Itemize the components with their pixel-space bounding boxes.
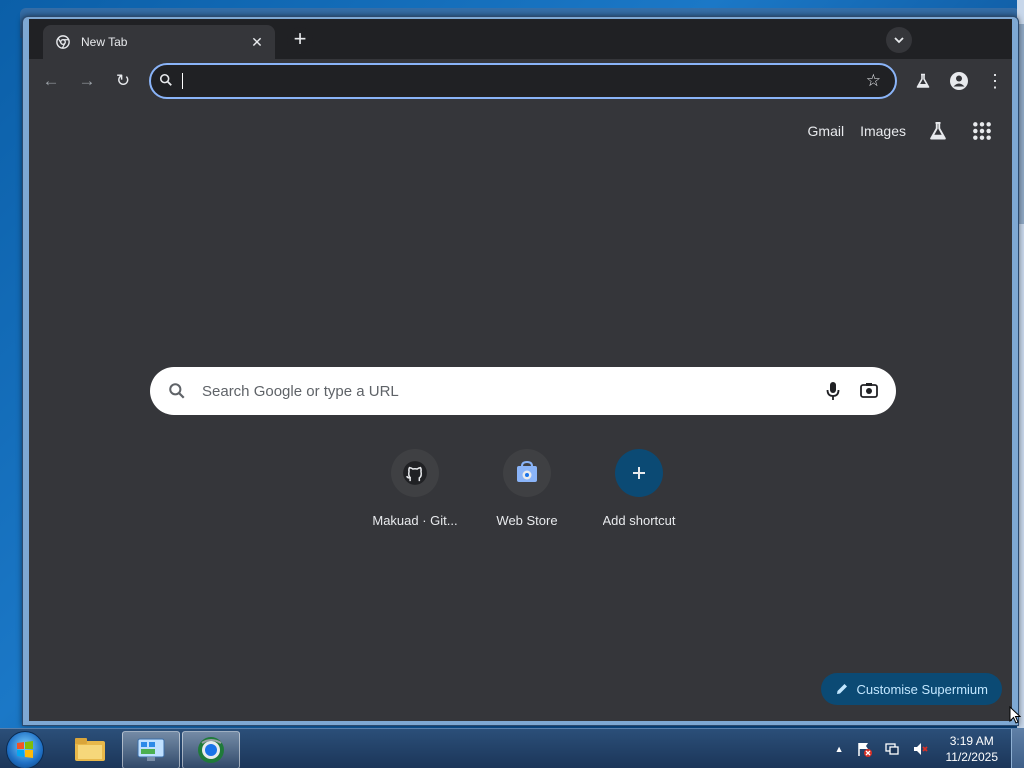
reload-button[interactable]: ↻ — [111, 69, 135, 93]
address-bar[interactable]: ☆ — [149, 63, 897, 99]
show-desktop-button[interactable] — [1011, 729, 1024, 768]
clock-time: 3:19 AM — [949, 734, 994, 748]
address-input[interactable] — [181, 69, 845, 95]
system-tray: ▲ 3:19 AM 11/2/2025 — [835, 729, 1004, 768]
chrome-icon — [55, 34, 71, 50]
google-apps-grid-icon[interactable] — [972, 121, 992, 141]
forward-button[interactable]: → — [75, 69, 99, 93]
tab-search-button[interactable] — [886, 27, 912, 53]
bookmark-star-icon[interactable]: ☆ — [866, 71, 881, 91]
back-button[interactable]: ← — [39, 69, 63, 93]
google-search-box[interactable]: Search Google or type a URL — [150, 367, 896, 415]
customise-button[interactable]: Customise Supermium — [820, 673, 1002, 705]
pencil-icon — [836, 684, 847, 694]
github-icon — [403, 461, 427, 485]
browser-chrome: New Tab ✕ + ← → ↻ ☆ ⋮ Gmail Images Searc… — [29, 19, 1012, 721]
volume-muted-icon[interactable] — [912, 741, 928, 757]
taskbar-clock[interactable]: 3:19 AM 11/2/2025 — [946, 733, 999, 765]
shortcut-label: Makuad · Git... — [372, 513, 458, 528]
add-shortcut-button[interactable] — [615, 449, 663, 497]
supermium-browser-icon — [198, 737, 224, 763]
windows-logo-icon — [17, 741, 33, 758]
top-links: Gmail Images — [808, 121, 1000, 141]
back-arrow-icon: ← — [42, 71, 60, 90]
browser-window: — ❐ ✕ New Tab ✕ + — [22, 16, 1019, 726]
taskbar: ▲ 3:19 AM 11/2/2025 — [0, 728, 1024, 768]
action-center-flag-icon[interactable] — [856, 741, 872, 757]
text-cursor — [182, 73, 183, 89]
shortcut-web-store[interactable]: Web Store — [471, 449, 583, 539]
shortcut-github[interactable]: Makuad · Git... — [359, 449, 471, 539]
control-panel-icon — [137, 738, 165, 761]
customise-label: Customise Supermium — [856, 681, 989, 697]
microphone-icon[interactable] — [826, 381, 840, 406]
shortcut-tile[interactable] — [391, 449, 439, 497]
forward-arrow-icon: → — [78, 71, 96, 90]
shortcut-tile[interactable] — [503, 449, 551, 497]
toolbar: ← → ↻ ☆ ⋮ — [29, 59, 1012, 103]
menu-kebab-icon[interactable]: ⋮ — [983, 69, 1007, 93]
reload-icon: ↻ — [115, 71, 131, 90]
labs-flask-icon[interactable] — [911, 69, 935, 93]
shortcut-add[interactable]: Add shortcut — [583, 449, 695, 539]
start-button[interactable] — [6, 731, 44, 768]
plus-icon — [633, 467, 645, 479]
taskbar-control-panel[interactable] — [122, 731, 180, 768]
taskbar-browser[interactable] — [182, 731, 240, 768]
search-placeholder: Search Google or type a URL — [202, 383, 399, 400]
tab-new-tab[interactable]: New Tab ✕ — [43, 25, 275, 59]
mouse-cursor-icon — [1009, 705, 1022, 729]
network-icon[interactable] — [884, 741, 900, 757]
shortcuts-row: Makuad · Git... Web Store Add shortcut — [359, 449, 695, 539]
webstore-icon — [517, 461, 537, 482]
new-tab-button[interactable]: + — [287, 27, 313, 53]
close-tab-icon[interactable]: ✕ — [247, 32, 267, 52]
clock-date: 11/2/2025 — [945, 750, 999, 764]
taskbar-explorer[interactable] — [62, 731, 118, 767]
profile-avatar-icon[interactable] — [947, 69, 971, 93]
chevron-down-icon — [894, 37, 904, 44]
tray-expand-icon[interactable]: ▲ — [835, 744, 844, 754]
tab-title: New Tab — [81, 35, 128, 49]
labs-flask-icon[interactable] — [928, 121, 948, 141]
new-tab-page: Gmail Images Search Google or type a URL… — [29, 103, 1012, 721]
tab-strip: New Tab ✕ + — [29, 19, 1012, 59]
folder-icon — [75, 738, 105, 761]
shortcut-label: Add shortcut — [602, 513, 676, 528]
gmail-link[interactable]: Gmail — [808, 123, 845, 139]
search-icon — [159, 73, 173, 92]
shortcut-label: Web Store — [496, 513, 558, 528]
search-icon — [168, 382, 186, 405]
images-link[interactable]: Images — [860, 123, 906, 139]
camera-lens-icon[interactable] — [860, 382, 878, 403]
